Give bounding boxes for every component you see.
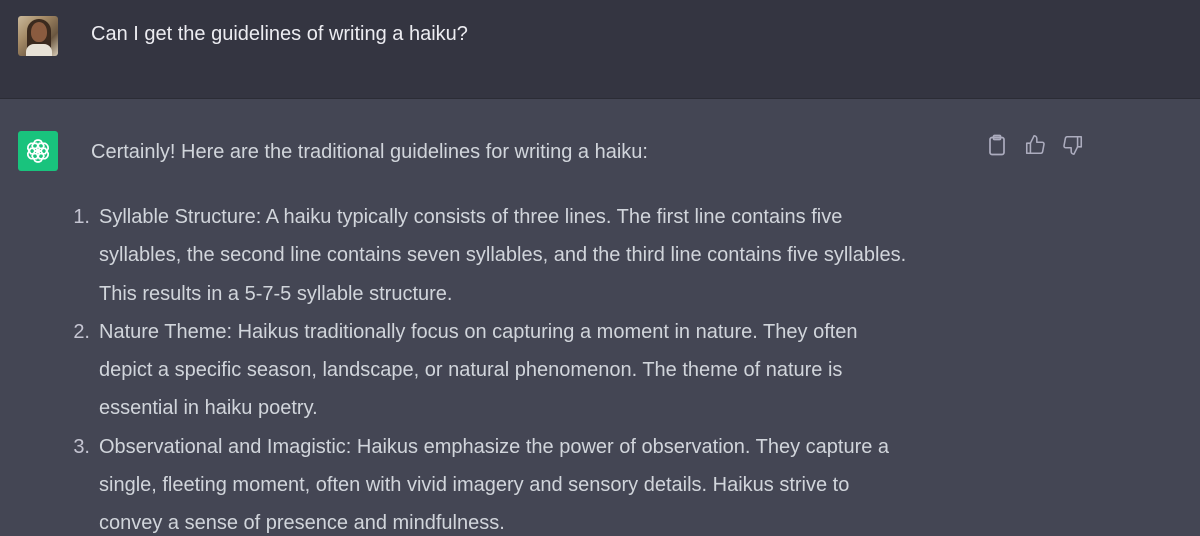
thumbs-up-icon[interactable] xyxy=(1022,132,1048,158)
guideline-line: convey a sense of presence and mindfulne… xyxy=(99,512,505,535)
guideline-line: Observational and Imagistic: Haikus emph… xyxy=(99,435,890,458)
list-number: 2. xyxy=(73,320,90,343)
list-item: 2. Nature Theme: Haikus traditionally fo… xyxy=(70,313,970,428)
avatar-shirt xyxy=(26,44,52,56)
guideline-line: This results in a 5-7-5 syllable structu… xyxy=(99,282,453,305)
thumbs-down-icon[interactable] xyxy=(1060,132,1086,158)
guidelines-list: 1. Syllable Structure: A haiku typically… xyxy=(70,198,970,536)
list-item: 1. Syllable Structure: A haiku typically… xyxy=(70,198,970,313)
avatar-face xyxy=(31,22,47,42)
guideline-line: depict a specific season, landscape, or … xyxy=(99,359,843,382)
guideline-line: essential in haiku poetry. xyxy=(99,397,318,420)
list-item: 3. Observational and Imagistic: Haikus e… xyxy=(70,428,970,536)
user-message-text: Can I get the guidelines of writing a ha… xyxy=(91,23,468,45)
user-avatar xyxy=(18,16,58,56)
openai-logo-icon xyxy=(18,131,58,171)
message-actions xyxy=(984,132,1086,158)
guideline-line: Nature Theme: Haikus traditionally focus… xyxy=(99,320,858,343)
assistant-intro-text: Certainly! Here are the traditional guid… xyxy=(91,141,648,163)
user-message-row: Can I get the guidelines of writing a ha… xyxy=(0,0,1200,99)
guideline-line: single, fleeting moment, often with vivi… xyxy=(99,474,850,497)
clipboard-icon[interactable] xyxy=(984,132,1010,158)
guideline-line: Syllable Structure: A haiku typically co… xyxy=(99,206,843,228)
list-number: 1. xyxy=(73,206,90,228)
guideline-line: syllables, the second line contains seve… xyxy=(99,244,907,267)
list-number: 3. xyxy=(73,435,90,458)
